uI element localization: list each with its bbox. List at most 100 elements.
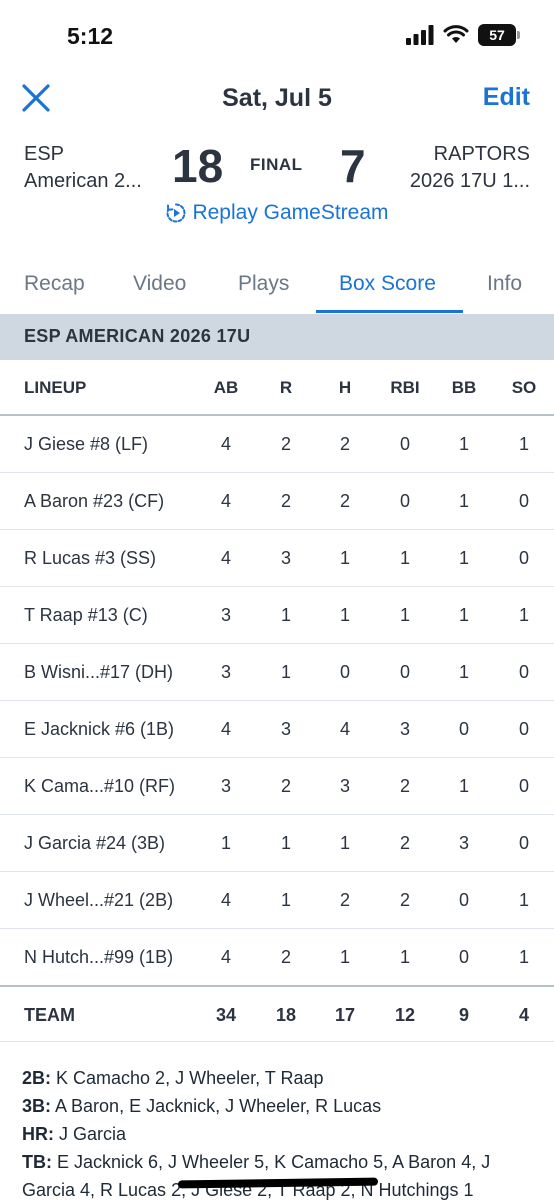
table-row[interactable]: R Lucas #3 (SS) 4 3 1 1 1 0 — [0, 530, 554, 587]
stat-rbi: 1 — [399, 605, 410, 625]
total-bb: 9 — [458, 1005, 469, 1025]
cellular-signal-icon — [406, 25, 434, 45]
stat-so: 1 — [518, 890, 529, 910]
stat-r: 1 — [280, 605, 291, 625]
stat-ab: 1 — [220, 833, 231, 853]
stat-ab: 4 — [220, 947, 231, 967]
stat-so: 1 — [518, 947, 529, 967]
status-time: 5:12 — [67, 23, 114, 49]
column-header-rbi: RBI — [390, 378, 420, 397]
stat-r: 3 — [280, 548, 291, 568]
column-header-lineup: LINEUP — [24, 378, 87, 397]
box-score-table: LINEUP AB R H RBI BB SO J Giese #8 (LF) … — [0, 360, 554, 1042]
table-row[interactable]: N Hutch...#99 (1B) 4 2 1 1 0 1 — [0, 929, 554, 986]
stat-rbi: 2 — [399, 890, 410, 910]
stat-h: 2 — [339, 890, 350, 910]
stat-r: 1 — [280, 833, 291, 853]
stat-rbi: 1 — [399, 548, 410, 568]
player-name: J Giese #8 (LF) — [24, 434, 149, 454]
header: Sat, Jul 5 Edit — [0, 72, 554, 124]
stat-h: 1 — [339, 605, 350, 625]
stat-rbi: 1 — [399, 947, 410, 967]
stat-so: 0 — [518, 776, 529, 796]
table-row[interactable]: J Giese #8 (LF) 4 2 2 0 1 1 — [0, 416, 554, 473]
stat-r: 3 — [280, 719, 291, 739]
stat-r: 2 — [280, 776, 291, 796]
table-row[interactable]: T Raap #13 (C) 3 1 1 1 1 1 — [0, 587, 554, 644]
stat-bb: 1 — [458, 548, 469, 568]
stat-bb: 1 — [458, 491, 469, 511]
player-name: N Hutch...#99 (1B) — [24, 947, 174, 967]
stat-r: 2 — [280, 434, 291, 454]
player-name: R Lucas #3 (SS) — [24, 548, 157, 568]
stat-rbi: 2 — [399, 833, 410, 853]
stat-ab: 4 — [220, 491, 231, 511]
stat-h: 2 — [339, 491, 350, 511]
stat-ab: 4 — [220, 719, 231, 739]
table-row[interactable]: A Baron #23 (CF) 4 2 2 0 1 0 — [0, 473, 554, 530]
home-team[interactable]: ESP American 2... — [24, 141, 142, 195]
total-h: 17 — [334, 1005, 356, 1025]
game-status: FINAL — [250, 155, 303, 174]
stat-bb: 3 — [458, 833, 469, 853]
stat-r: 1 — [280, 662, 291, 682]
triples-note: 3B: A Baron, E Jacknick, J Wheeler, R Lu… — [22, 1096, 382, 1116]
status-icons: 57 — [406, 24, 520, 46]
home-team-line2: American 2... — [24, 170, 142, 192]
replay-gamestream-link[interactable]: Replay GameStream — [0, 201, 554, 225]
tab-box-score[interactable]: Box Score — [339, 272, 436, 296]
tab-recap[interactable]: Recap — [24, 272, 85, 296]
team-totals-row: TEAM 34 18 17 12 9 4 — [0, 985, 554, 1042]
scoreboard: ESP American 2... 18 FINAL 7 RAPTORS 202… — [0, 135, 554, 235]
player-name: T Raap #13 (C) — [24, 605, 148, 625]
edit-button[interactable]: Edit — [483, 83, 530, 112]
tab-video[interactable]: Video — [133, 272, 186, 296]
player-name: A Baron #23 (CF) — [24, 491, 165, 511]
stat-bb: 1 — [458, 434, 469, 454]
doubles-note: 2B: K Camacho 2, J Wheeler, T Raap — [22, 1068, 324, 1088]
tab-info[interactable]: Info — [487, 272, 522, 296]
stat-r: 2 — [280, 491, 291, 511]
stat-h: 3 — [339, 776, 350, 796]
total-ab: 34 — [215, 1005, 237, 1025]
player-name: B Wisni...#17 (DH) — [24, 662, 174, 682]
stat-so: 1 — [518, 605, 529, 625]
stat-h: 4 — [339, 719, 350, 739]
table-row[interactable]: B Wisni...#17 (DH) 3 1 0 0 1 0 — [0, 644, 554, 701]
battery-icon: 57 — [478, 24, 520, 46]
total-bases-note: TB: E Jacknick 6, J Wheeler 5, K Camacho… — [22, 1152, 491, 1172]
status-bar: 5:12 57 — [0, 0, 554, 70]
table-row[interactable]: K Cama...#10 (RF) 3 2 3 2 1 0 — [0, 758, 554, 815]
player-name: J Garcia #24 (3B) — [24, 833, 166, 853]
stat-ab: 3 — [220, 776, 231, 796]
column-header-bb: BB — [451, 378, 477, 397]
stat-r: 2 — [280, 947, 291, 967]
total-so: 4 — [518, 1005, 529, 1025]
away-team[interactable]: RAPTORS 2026 17U 1... — [410, 141, 530, 195]
stat-bb: 1 — [458, 605, 469, 625]
player-name: K Cama...#10 (RF) — [24, 776, 176, 796]
player-name: J Wheel...#21 (2B) — [24, 890, 174, 910]
page-title: Sat, Jul 5 — [222, 84, 332, 112]
team-section-header: ESP AMERICAN 2026 17U — [0, 314, 554, 360]
team-section-title: ESP AMERICAN 2026 17U — [24, 326, 251, 346]
stat-so: 0 — [518, 662, 529, 682]
total-r: 18 — [275, 1005, 297, 1025]
column-header-ab: AB — [213, 378, 239, 397]
stat-so: 0 — [518, 548, 529, 568]
column-header-so: SO — [511, 378, 537, 397]
wifi-icon — [443, 25, 469, 43]
stat-bb: 0 — [458, 947, 469, 967]
stat-so: 1 — [518, 434, 529, 454]
stat-bb: 1 — [458, 662, 469, 682]
replay-icon — [167, 203, 186, 223]
table-row[interactable]: J Garcia #24 (3B) 1 1 1 2 3 0 — [0, 815, 554, 872]
battery-level: 57 — [489, 27, 505, 43]
table-row[interactable]: J Wheel...#21 (2B) 4 1 2 2 0 1 — [0, 872, 554, 929]
stat-bb: 0 — [458, 719, 469, 739]
tab-plays[interactable]: Plays — [238, 272, 289, 296]
table-row[interactable]: E Jacknick #6 (1B) 4 3 4 3 0 0 — [0, 701, 554, 758]
stat-ab: 4 — [220, 434, 231, 454]
stat-h: 1 — [339, 548, 350, 568]
replay-label: Replay GameStream — [192, 201, 389, 224]
